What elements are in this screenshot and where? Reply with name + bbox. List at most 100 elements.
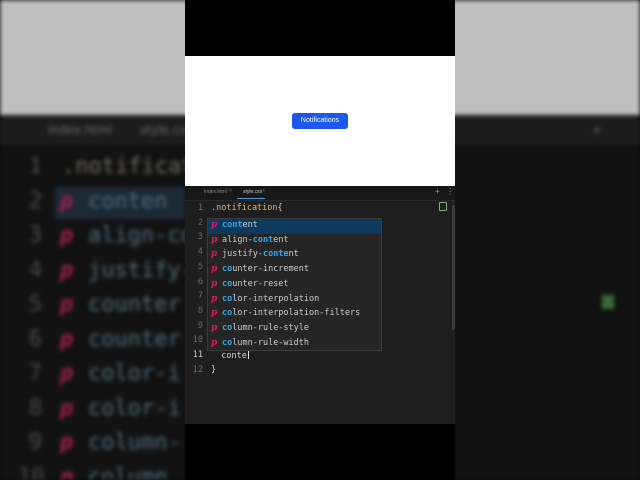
background-code-text: column- <box>88 430 181 455</box>
close-icon[interactable]: × <box>229 188 232 194</box>
suggestion-match: co <box>222 308 233 319</box>
background-line-number: 1 <box>28 154 42 179</box>
css-selector: .notification <box>211 203 278 213</box>
autocomplete-popup: p content p align-content p justify-content p c… <box>207 218 382 351</box>
suggestion-item[interactable]: p counter-reset <box>208 278 381 293</box>
line-number: 7 <box>197 291 203 302</box>
background-line-number: 2 <box>28 188 42 214</box>
property-kind-icon: p <box>211 308 218 319</box>
suggestion-label: counter-increment <box>222 264 310 275</box>
suggestion-item[interactable]: p content <box>208 219 381 234</box>
background-tab-index: index.html <box>48 123 112 137</box>
background-line-number: 5 <box>28 292 42 317</box>
suggestion-match: co <box>222 264 233 275</box>
property-kind-icon: p <box>211 322 218 333</box>
background-line-number: 10 <box>18 464 45 480</box>
suggestion-match: co <box>222 293 233 304</box>
background-code-text: .notificat <box>62 154 195 179</box>
text-cursor <box>247 350 249 359</box>
suggestion-item[interactable]: p color-interpolation <box>208 293 381 308</box>
property-kind-icon: p <box>211 234 218 245</box>
line-number: 12 <box>192 364 203 375</box>
suggestion-item[interactable]: p color-interpolation-filters <box>208 307 381 322</box>
background-code-text: color-i <box>88 361 181 386</box>
close-icon[interactable]: × <box>262 188 265 194</box>
line-number: 8 <box>197 305 203 316</box>
line-number: 2 <box>197 217 203 228</box>
editor-tab-bar: index.html × style.css × + ⋮ <box>185 186 455 201</box>
line-number: 11 <box>192 350 203 360</box>
explorer-icon[interactable] <box>439 202 447 211</box>
suggestion-item[interactable]: p column-rule-style <box>208 322 381 337</box>
background-code-text: column <box>88 464 168 480</box>
active-tab-indicator <box>237 198 265 199</box>
suggestion-match: cont <box>252 234 274 245</box>
suggestion-label: column-rule-style <box>222 322 310 333</box>
editor-scrollbar[interactable] <box>452 205 455 330</box>
suggestion-label: align-content <box>222 234 289 245</box>
background-code-text: counter <box>88 326 181 352</box>
suggestion-item[interactable]: p justify-content <box>208 248 381 263</box>
code-line[interactable]: } <box>211 365 216 375</box>
background-code-text: justify- <box>88 257 194 283</box>
property-kind-icon: p <box>211 220 218 230</box>
suggestion-label: counter-reset <box>222 278 289 289</box>
background-line-number: 6 <box>28 326 42 352</box>
property-kind-icon: p <box>211 293 218 304</box>
suggestion-item[interactable]: p counter-increment <box>208 263 381 278</box>
tab-style-css[interactable]: style.css <box>243 189 262 195</box>
line-number: 6 <box>197 276 203 287</box>
code-line[interactable]: conte <box>211 350 249 361</box>
suggestion-item[interactable]: p column-rule-width <box>208 337 381 352</box>
suggestion-match: co <box>222 322 233 333</box>
typed-text: conte <box>211 351 247 361</box>
line-number: 10 <box>192 335 203 346</box>
line-number: 5 <box>197 261 203 272</box>
property-kind-icon: p <box>60 395 74 421</box>
property-kind-icon: p <box>211 278 218 289</box>
property-kind-icon: p <box>60 361 74 386</box>
background-code-text: color-i <box>88 395 181 421</box>
code-line[interactable]: .notification{ <box>211 203 283 213</box>
suggestion-item[interactable]: p align-content <box>208 234 381 249</box>
background-line-number: 8 <box>28 395 42 421</box>
line-number: 4 <box>197 247 203 258</box>
background-code-text: align-co <box>88 223 194 248</box>
property-kind-icon: p <box>211 337 218 348</box>
notifications-button[interactable]: Notifications <box>292 113 348 129</box>
open-brace: { <box>277 203 283 213</box>
background-line-number: 3 <box>28 223 42 248</box>
property-kind-icon: p <box>60 223 74 248</box>
suggestion-label: color-interpolation <box>222 293 320 304</box>
more-options-icon[interactable]: ⋮ <box>446 187 454 196</box>
property-kind-icon: p <box>60 257 74 283</box>
property-kind-icon: p <box>60 292 74 317</box>
background-code-text: counter <box>88 292 181 317</box>
background-tab-style: style.css <box>140 123 192 137</box>
suggestion-match: conte <box>262 249 289 260</box>
background-line-number: 7 <box>28 361 42 386</box>
background-plus-icon: + <box>592 123 603 137</box>
line-number: 1 <box>197 203 203 213</box>
property-kind-icon: p <box>211 264 218 275</box>
suggestion-label: column-rule-width <box>222 337 310 348</box>
new-tab-plus-icon[interactable]: + <box>435 187 440 196</box>
property-kind-icon: p <box>60 326 74 352</box>
property-kind-icon: p <box>60 188 74 214</box>
browser-preview: Notifications <box>185 56 455 186</box>
background-code-text: conten <box>88 188 168 214</box>
property-kind-icon: p <box>60 430 74 455</box>
suggestion-match: co <box>222 337 233 348</box>
suggestion-label: justify-content <box>222 249 299 260</box>
suggestion-label: color-interpolation-filters <box>222 308 361 319</box>
property-kind-icon: p <box>211 249 218 260</box>
suggestion-match: co <box>222 278 233 289</box>
background-line-number: 4 <box>28 257 42 283</box>
suggestion-match: cont <box>222 220 243 230</box>
tab-index-html[interactable]: index.html <box>204 189 227 195</box>
property-kind-icon: p <box>60 464 74 480</box>
line-number: 9 <box>197 320 203 331</box>
line-number: 3 <box>197 232 203 243</box>
background-line-number: 9 <box>28 430 42 455</box>
suggestion-label: content <box>222 220 258 230</box>
